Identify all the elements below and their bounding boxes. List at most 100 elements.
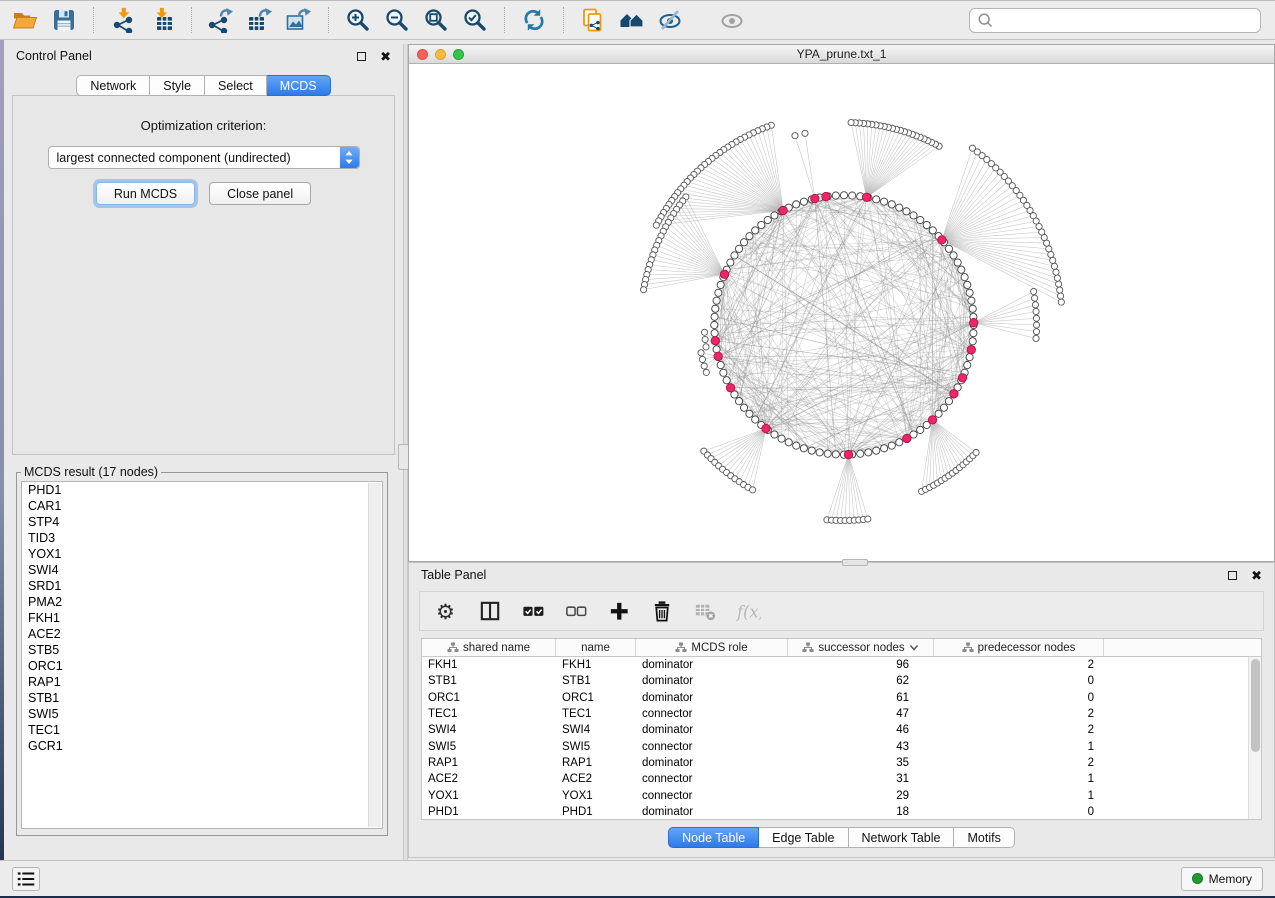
mcds-result-item[interactable]: STB1 <box>22 690 382 706</box>
table-scrollbar-thumb[interactable] <box>1251 659 1260 752</box>
mcds-result-item[interactable]: RAP1 <box>22 674 382 690</box>
table-row[interactable]: STB1STB1dominator620 <box>422 673 1261 689</box>
table-row[interactable]: FKH1FKH1dominator962 <box>422 657 1261 673</box>
table-cell: ORC1 <box>422 692 556 704</box>
mcds-result-item[interactable]: YOX1 <box>22 546 382 562</box>
export-table-icon[interactable] <box>245 5 275 35</box>
export-network-icon[interactable] <box>206 5 236 35</box>
table-cell: 46 <box>788 724 934 736</box>
sort-desc-icon <box>909 644 919 651</box>
mcds-result-item[interactable]: PHD1 <box>22 482 382 498</box>
search-input[interactable] <box>994 12 1254 28</box>
gear-icon[interactable]: ⚙ <box>434 598 460 624</box>
add-row-icon[interactable] <box>606 598 632 624</box>
float-panel-icon[interactable] <box>357 52 366 61</box>
table-tab-node-table[interactable]: Node Table <box>668 827 759 848</box>
mcds-result-item[interactable]: TEC1 <box>22 722 382 738</box>
zoom-in-icon[interactable] <box>343 5 373 35</box>
column-header-mcds-role[interactable]: MCDS role <box>636 639 788 656</box>
mcds-result-item[interactable]: PMA2 <box>22 594 382 610</box>
column-header-predecessor-nodes[interactable]: predecessor nodes <box>934 639 1104 656</box>
mcds-result-item[interactable]: ORC1 <box>22 658 382 674</box>
import-table-icon[interactable] <box>147 5 177 35</box>
table-row[interactable]: SWI4SWI4dominator462 <box>422 722 1261 738</box>
mcds-result-list[interactable]: PHD1CAR1STP4TID3YOX1SWI4SRD1PMA2FKH1ACE2… <box>21 481 383 829</box>
deselect-all-icon[interactable] <box>563 598 589 624</box>
criterion-select[interactable]: largest connected component (undirected) <box>48 146 360 169</box>
close-panel-icon[interactable]: ✖ <box>380 52 391 61</box>
select-stepper-icon[interactable] <box>340 147 359 168</box>
table-tab-edge-table[interactable]: Edge Table <box>759 827 848 848</box>
search-box[interactable] <box>969 8 1261 33</box>
panel-selector-button[interactable] <box>12 867 40 891</box>
home-icon[interactable] <box>617 5 647 35</box>
zoom-fit-icon[interactable] <box>421 5 451 35</box>
column-header-shared-name[interactable]: shared name <box>422 639 556 656</box>
tab-mcds[interactable]: MCDS <box>267 75 331 96</box>
table-cell: 2 <box>934 708 1104 720</box>
mcds-result-item[interactable]: ACE2 <box>22 626 382 642</box>
table-row[interactable]: SWI5SWI5connector431 <box>422 738 1261 754</box>
mcds-result-item[interactable]: GCR1 <box>22 738 382 754</box>
zoom-out-icon[interactable] <box>382 5 412 35</box>
zoom-selected-icon[interactable] <box>460 5 490 35</box>
mcds-result-item[interactable]: CAR1 <box>22 498 382 514</box>
columns-icon[interactable] <box>477 598 503 624</box>
result-list-scrollbar[interactable] <box>368 483 381 827</box>
mcds-result-item[interactable]: TID3 <box>22 530 382 546</box>
refresh-icon[interactable] <box>519 5 549 35</box>
table-cell: RAP1 <box>556 757 636 769</box>
clone-network-icon[interactable] <box>578 5 608 35</box>
select-all-icon[interactable] <box>520 598 546 624</box>
tab-style[interactable]: Style <box>150 75 205 96</box>
table-row[interactable]: RAP1RAP1dominator352 <box>422 755 1261 771</box>
show-eye-icon <box>718 5 748 35</box>
memory-status-icon <box>1192 873 1203 884</box>
run-mcds-button[interactable]: Run MCDS <box>96 182 195 205</box>
table-cell: 35 <box>788 757 934 769</box>
mcds-result-item[interactable]: SWI4 <box>22 562 382 578</box>
delete-row-icon[interactable] <box>649 598 675 624</box>
network-graph[interactable] <box>409 64 1274 561</box>
table-header: shared namenameMCDS rolesuccessor nodesp… <box>422 639 1261 657</box>
tab-network[interactable]: Network <box>76 75 150 96</box>
table-row[interactable]: ORC1ORC1dominator610 <box>422 690 1261 706</box>
network-titlebar[interactable]: YPA_prune.txt_1 <box>409 45 1274 64</box>
column-type-icon <box>962 642 974 653</box>
control-panel: Control Panel ✖ NetworkStyleSelectMCDS O… <box>4 44 403 860</box>
export-image-icon[interactable] <box>284 5 314 35</box>
table-tab-motifs[interactable]: Motifs <box>954 827 1014 848</box>
control-panel-title: Control Panel <box>16 49 357 63</box>
column-header-name[interactable]: name <box>556 639 636 656</box>
mcds-result-item[interactable]: SWI5 <box>22 706 382 722</box>
table-tabs: Node TableEdge TableNetwork TableMotifs <box>409 827 1274 848</box>
table-close-panel-icon[interactable]: ✖ <box>1251 571 1262 580</box>
horizontal-splitter-handle[interactable] <box>842 559 868 566</box>
table-row[interactable]: YOX1YOX1connector291 <box>422 787 1261 803</box>
table-row[interactable]: ACE2ACE2connector311 <box>422 771 1261 787</box>
mcds-result-item[interactable]: SRD1 <box>22 578 382 594</box>
mcds-result-item[interactable]: STB5 <box>22 642 382 658</box>
table-tab-network-table[interactable]: Network Table <box>849 827 955 848</box>
tab-select[interactable]: Select <box>205 75 267 96</box>
table-scrollbar[interactable] <box>1248 657 1261 819</box>
table-row[interactable]: TEC1TEC1connector472 <box>422 706 1261 722</box>
criterion-select-value: largest connected component (undirected) <box>49 151 340 165</box>
close-panel-button[interactable]: Close panel <box>209 182 311 205</box>
import-network-icon[interactable] <box>108 5 138 35</box>
column-header-successor-nodes[interactable]: successor nodes <box>788 639 934 656</box>
mcds-result-item[interactable]: STP4 <box>22 514 382 530</box>
table-cell: FKH1 <box>422 659 556 671</box>
memory-button[interactable]: Memory <box>1181 867 1263 891</box>
table-float-panel-icon[interactable] <box>1228 571 1237 580</box>
save-session-icon[interactable] <box>49 5 79 35</box>
table-cell: 0 <box>934 692 1104 704</box>
control-panel-tabs: NetworkStyleSelectMCDS <box>4 75 403 96</box>
mcds-result-item[interactable]: FKH1 <box>22 610 382 626</box>
table-cell: ACE2 <box>422 773 556 785</box>
hide-panel-icon[interactable] <box>656 5 686 35</box>
network-canvas[interactable] <box>409 64 1274 561</box>
table-row[interactable]: PHD1PHD1dominator180 <box>422 804 1261 820</box>
table-panel: Table Panel ✖ ⚙f(x) shared namenameMCDS … <box>408 562 1275 858</box>
open-file-icon[interactable] <box>10 5 40 35</box>
